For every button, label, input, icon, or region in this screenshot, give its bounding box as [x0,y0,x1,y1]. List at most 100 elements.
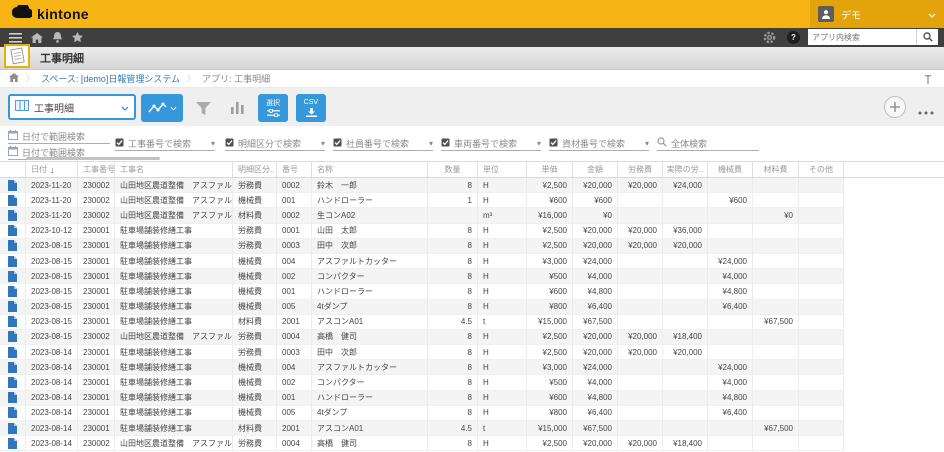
table-row[interactable]: 2023-08-15230001駐車場舗装修繕工事機械費004アスファルトカッタ… [0,254,944,269]
table-row[interactable]: 2023-08-14230001駐車場舗装修繕工事機械費001ハンドローラー8H… [0,391,944,406]
table-row[interactable]: 2023-11-20230002山田地区農道整備 アスファル..労務費0002鈴… [0,178,944,193]
table-cell: ¥4,800 [573,284,618,299]
add-record-button[interactable] [884,96,906,118]
record-detail-icon[interactable] [0,178,26,193]
filter-dropdown-1[interactable]: 明細区分で検索▾ [225,136,325,151]
table-row[interactable]: 2023-08-14230001駐車場舗装修繕工事材料費2001アスコンA014… [0,421,944,436]
column-header-11[interactable]: 実際の労.. [663,162,708,177]
column-header-13[interactable]: 材料費 [753,162,799,177]
record-detail-icon[interactable] [0,360,26,375]
table-cell: ¥18,400 [663,330,708,345]
filter-funnel-icon[interactable] [190,96,216,120]
record-detail-icon[interactable] [0,421,26,436]
table-row[interactable]: 2023-08-15230001駐車場舗装修繕工事機械費002コンパクター8H¥… [0,269,944,284]
horizontal-scrollbar-thumb[interactable] [26,157,160,160]
table-cell: ¥20,000 [618,330,663,345]
record-detail-icon[interactable] [0,315,26,330]
table-row[interactable]: 2023-08-15230001駐車場舗装修繕工事機械費001ハンドローラー8H… [0,284,944,299]
filter-dropdown-2[interactable]: 社員番号で検索▾ [333,136,433,151]
kintone-logo[interactable]: kintone [12,5,89,23]
record-detail-icon[interactable] [0,254,26,269]
column-header-10[interactable]: 労務費 [618,162,663,177]
record-detail-icon[interactable] [0,375,26,390]
table-row[interactable]: 2023-08-14230002山田地区農道整備 アスファル..労務費0004高… [0,436,944,451]
record-detail-icon[interactable] [0,406,26,421]
pin-toolbar-icon[interactable] [924,75,932,86]
table-row[interactable]: 2023-08-15230001駐車場舗装修繕工事材料費2001アスコンA014… [0,315,944,330]
table-cell: t [478,315,527,330]
table-cell: ¥18,400 [663,436,708,451]
table-row[interactable]: 2023-08-15230001駐車場舗装修繕工事機械費0054tダンプ8H¥8… [0,300,944,315]
record-detail-icon[interactable] [0,391,26,406]
table-cell [618,269,663,284]
breadcrumb-home-icon[interactable] [9,73,19,84]
settings-gear-icon[interactable] [763,31,776,44]
record-detail-icon[interactable] [0,300,26,315]
csv-export-button[interactable]: CSV [296,94,326,122]
record-detail-icon[interactable] [0,239,26,254]
table-row[interactable]: 2023-08-14230001駐車場舗装修繕工事機械費0054tダンプ8H¥8… [0,406,944,421]
column-header-6[interactable]: 数量 [428,162,478,177]
record-detail-icon[interactable] [0,193,26,208]
record-detail-icon[interactable] [0,208,26,223]
table-row[interactable]: 2023-08-14230001駐車場舗装修繕工事労務費0003田中 次郎8H¥… [0,345,944,360]
global-search-field[interactable]: 全体検索 [657,136,759,151]
table-row[interactable]: 2023-08-15230001駐車場舗装修繕工事労務費0003田中 次郎8H¥… [0,239,944,254]
table-cell [799,360,844,375]
table-cell: ¥6,400 [708,406,753,421]
hamburger-menu-icon[interactable] [9,33,22,43]
column-header-9[interactable]: 金額 [573,162,618,177]
calendar-icon [8,130,18,142]
record-detail-icon[interactable] [0,284,26,299]
notifications-bell-icon[interactable] [52,32,63,43]
table-cell: H [478,254,527,269]
filter-dropdown-3[interactable]: 車両番号で検索▾ [441,136,541,151]
filter-dropdown-0[interactable]: 工事番号で検索▾ [115,136,215,151]
table-row[interactable]: 2023-11-20230002山田地区農道整備 アスファル..材料費0002生… [0,208,944,223]
column-header-2[interactable]: 工事名 [115,162,233,177]
column-header-3[interactable]: 明細区分.. [233,162,277,177]
column-header-5[interactable]: 名称 [312,162,428,177]
favorites-star-icon[interactable] [72,32,83,43]
home-icon[interactable] [31,33,43,43]
column-header-0[interactable]: 日付↓ [26,162,78,177]
date-range-filter-from[interactable]: 日付で範囲検索 [8,129,110,144]
table-cell: 001 [277,391,312,406]
column-header-1[interactable]: 工事番号.. [78,162,115,177]
app-search-input[interactable] [808,33,916,42]
table-row[interactable]: 2023-08-14230001駐車場舗装修繕工事機械費004アスファルトカッタ… [0,360,944,375]
record-detail-icon[interactable] [0,436,26,451]
table-row[interactable]: 2023-08-15230002山田地区農道整備 アスファル..労務費0004高… [0,330,944,345]
table-row[interactable]: 2023-08-14230001駐車場舗装修繕工事機械費002コンパクター8H¥… [0,375,944,390]
record-detail-icon[interactable] [0,345,26,360]
help-icon[interactable]: ? [787,31,800,44]
search-icon[interactable] [916,29,938,45]
record-detail-icon[interactable] [0,224,26,239]
table-row[interactable]: 2023-11-20230002山田地区農道整備 アスファル..機械費001ハン… [0,193,944,208]
table-cell: 機械費 [233,193,277,208]
view-selector[interactable]: 工事明細 [8,94,136,120]
graph-button[interactable] [141,94,183,122]
record-detail-icon[interactable] [0,269,26,284]
breadcrumb-space-link[interactable]: スペース: [demo]日報管理システム [41,72,180,85]
column-header-14[interactable]: その他 [799,162,844,177]
table-cell [753,330,799,345]
column-header-12[interactable]: 機械費 [708,162,753,177]
column-header-4[interactable]: 番号 [277,162,312,177]
table-row[interactable]: 2023-10-12230001駐車場舗装修繕工事労務費0001山田 太郎8H¥… [0,224,944,239]
user-menu[interactable]: デモ [810,0,944,28]
column-header-8[interactable]: 単価 [527,162,573,177]
chevron-down-icon [928,5,936,23]
more-options-icon[interactable] [918,102,934,120]
column-header-7[interactable]: 単位 [478,162,527,177]
table-cell: ¥20,000 [573,345,618,360]
filter-label: 全体検索 [671,137,707,150]
table-cell [618,421,663,436]
table-cell: ¥20,000 [573,224,618,239]
bar-chart-icon[interactable] [224,96,250,120]
select-button[interactable]: 選択 [258,94,288,122]
filter-dropdown-4[interactable]: 資材番号で検索▾ [549,136,649,151]
table-cell [618,300,663,315]
record-detail-icon[interactable] [0,330,26,345]
table-cell: ¥67,500 [573,315,618,330]
